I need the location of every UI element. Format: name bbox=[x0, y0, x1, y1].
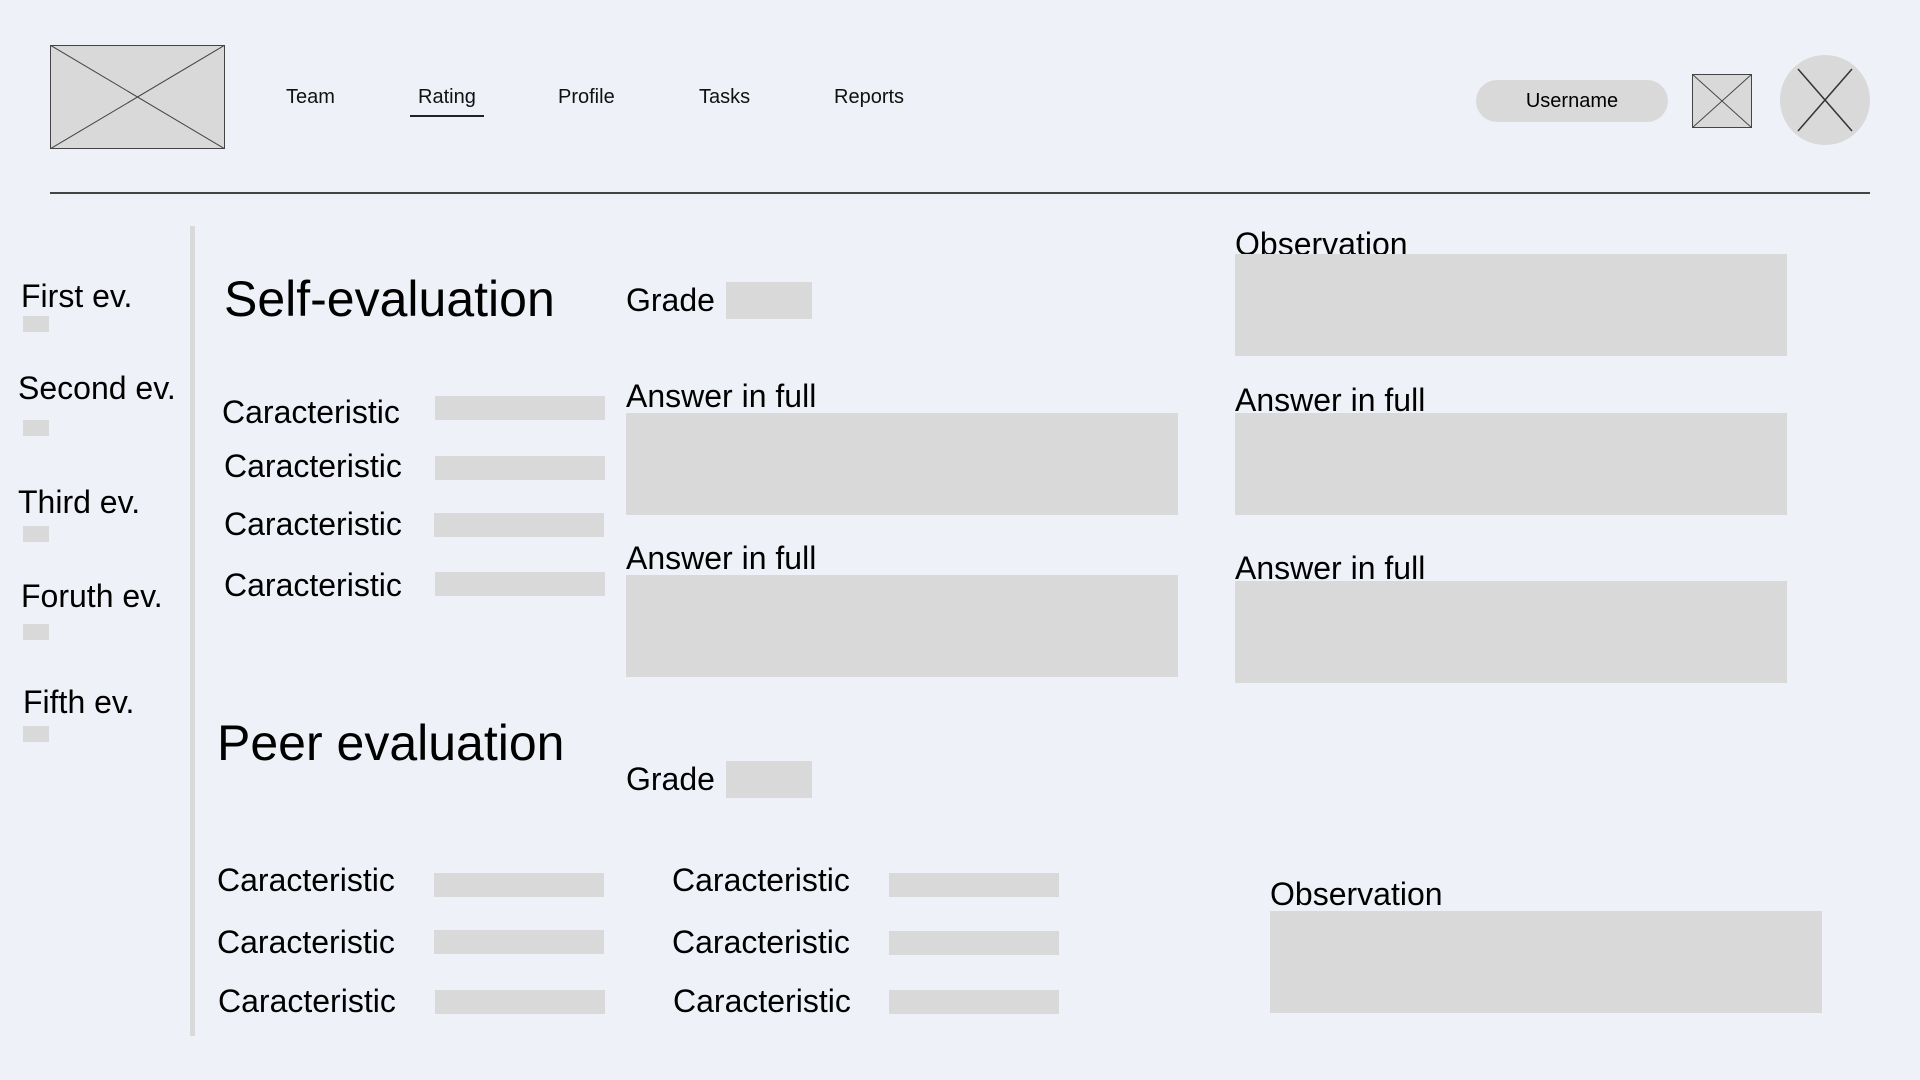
answer-label: Answer in full bbox=[626, 378, 817, 414]
sidebar-separator bbox=[190, 226, 195, 1036]
peer-characteristic-label: Caracteristic bbox=[217, 862, 395, 898]
sidebar-item-second-indicator bbox=[23, 420, 49, 436]
peer-characteristic-input[interactable] bbox=[435, 990, 605, 1014]
notification-icon[interactable] bbox=[1692, 74, 1752, 128]
peer-characteristic-input[interactable] bbox=[434, 873, 604, 897]
peer-characteristic-label: Caracteristic bbox=[218, 983, 396, 1019]
self-characteristic-input[interactable] bbox=[434, 513, 604, 537]
peer-grade-label: Grade bbox=[626, 761, 715, 797]
self-characteristic-label: Caracteristic bbox=[224, 448, 402, 484]
answer-textarea[interactable] bbox=[626, 413, 1178, 515]
peer-characteristic-input[interactable] bbox=[889, 931, 1059, 955]
peer-grade-input[interactable] bbox=[726, 761, 812, 798]
peer-characteristic-input[interactable] bbox=[889, 873, 1059, 897]
sidebar-item-third[interactable]: Third ev. bbox=[18, 484, 140, 521]
self-characteristic-label: Caracteristic bbox=[224, 567, 402, 603]
sidebar-item-second[interactable]: Second ev. bbox=[18, 370, 176, 407]
logo-placeholder bbox=[50, 45, 225, 149]
answer-textarea[interactable] bbox=[1235, 581, 1787, 683]
peer-observation-label: Observation bbox=[1270, 876, 1443, 912]
answer-textarea[interactable] bbox=[1235, 413, 1787, 515]
peer-characteristic-input[interactable] bbox=[434, 930, 604, 954]
self-evaluation-title: Self-evaluation bbox=[224, 271, 555, 327]
nav-profile[interactable]: Profile bbox=[558, 86, 615, 109]
answer-label: Answer in full bbox=[626, 540, 817, 576]
sidebar-item-fifth-indicator bbox=[23, 726, 49, 742]
nav-team[interactable]: Team bbox=[286, 86, 335, 109]
sidebar-item-third-indicator bbox=[23, 526, 49, 542]
self-grade-input[interactable] bbox=[726, 282, 812, 319]
peer-characteristic-label: Caracteristic bbox=[673, 983, 851, 1019]
nav-reports[interactable]: Reports bbox=[834, 86, 904, 109]
self-characteristic-input[interactable] bbox=[435, 396, 605, 420]
sidebar-item-first-indicator bbox=[23, 316, 49, 332]
self-characteristic-input[interactable] bbox=[435, 456, 605, 480]
peer-characteristic-label: Caracteristic bbox=[672, 862, 850, 898]
peer-characteristic-label: Caracteristic bbox=[672, 924, 850, 960]
peer-observation-textarea[interactable] bbox=[1270, 911, 1822, 1013]
peer-characteristic-input[interactable] bbox=[889, 990, 1059, 1014]
peer-characteristic-label: Caracteristic bbox=[217, 924, 395, 960]
username-button[interactable]: Username bbox=[1476, 80, 1668, 122]
username-label: Username bbox=[1525, 89, 1619, 112]
nav-rating[interactable]: Rating bbox=[410, 86, 484, 117]
avatar[interactable] bbox=[1780, 55, 1870, 145]
self-characteristic-label: Caracteristic bbox=[224, 506, 402, 542]
sidebar-item-fourth-indicator bbox=[23, 624, 49, 640]
sidebar-item-fourth[interactable]: Foruth ev. bbox=[21, 578, 163, 615]
self-grade-label: Grade bbox=[626, 282, 715, 318]
header-divider bbox=[50, 192, 1870, 194]
self-observation-textarea[interactable] bbox=[1235, 254, 1787, 356]
self-characteristic-input[interactable] bbox=[435, 572, 605, 596]
answer-textarea[interactable] bbox=[626, 575, 1178, 677]
self-characteristic-label: Caracteristic bbox=[222, 394, 400, 430]
sidebar-item-fifth[interactable]: Fifth ev. bbox=[23, 684, 134, 721]
peer-evaluation-title: Peer evaluation bbox=[217, 715, 565, 771]
sidebar-item-first[interactable]: First ev. bbox=[21, 278, 132, 315]
nav-tasks[interactable]: Tasks bbox=[699, 86, 750, 109]
